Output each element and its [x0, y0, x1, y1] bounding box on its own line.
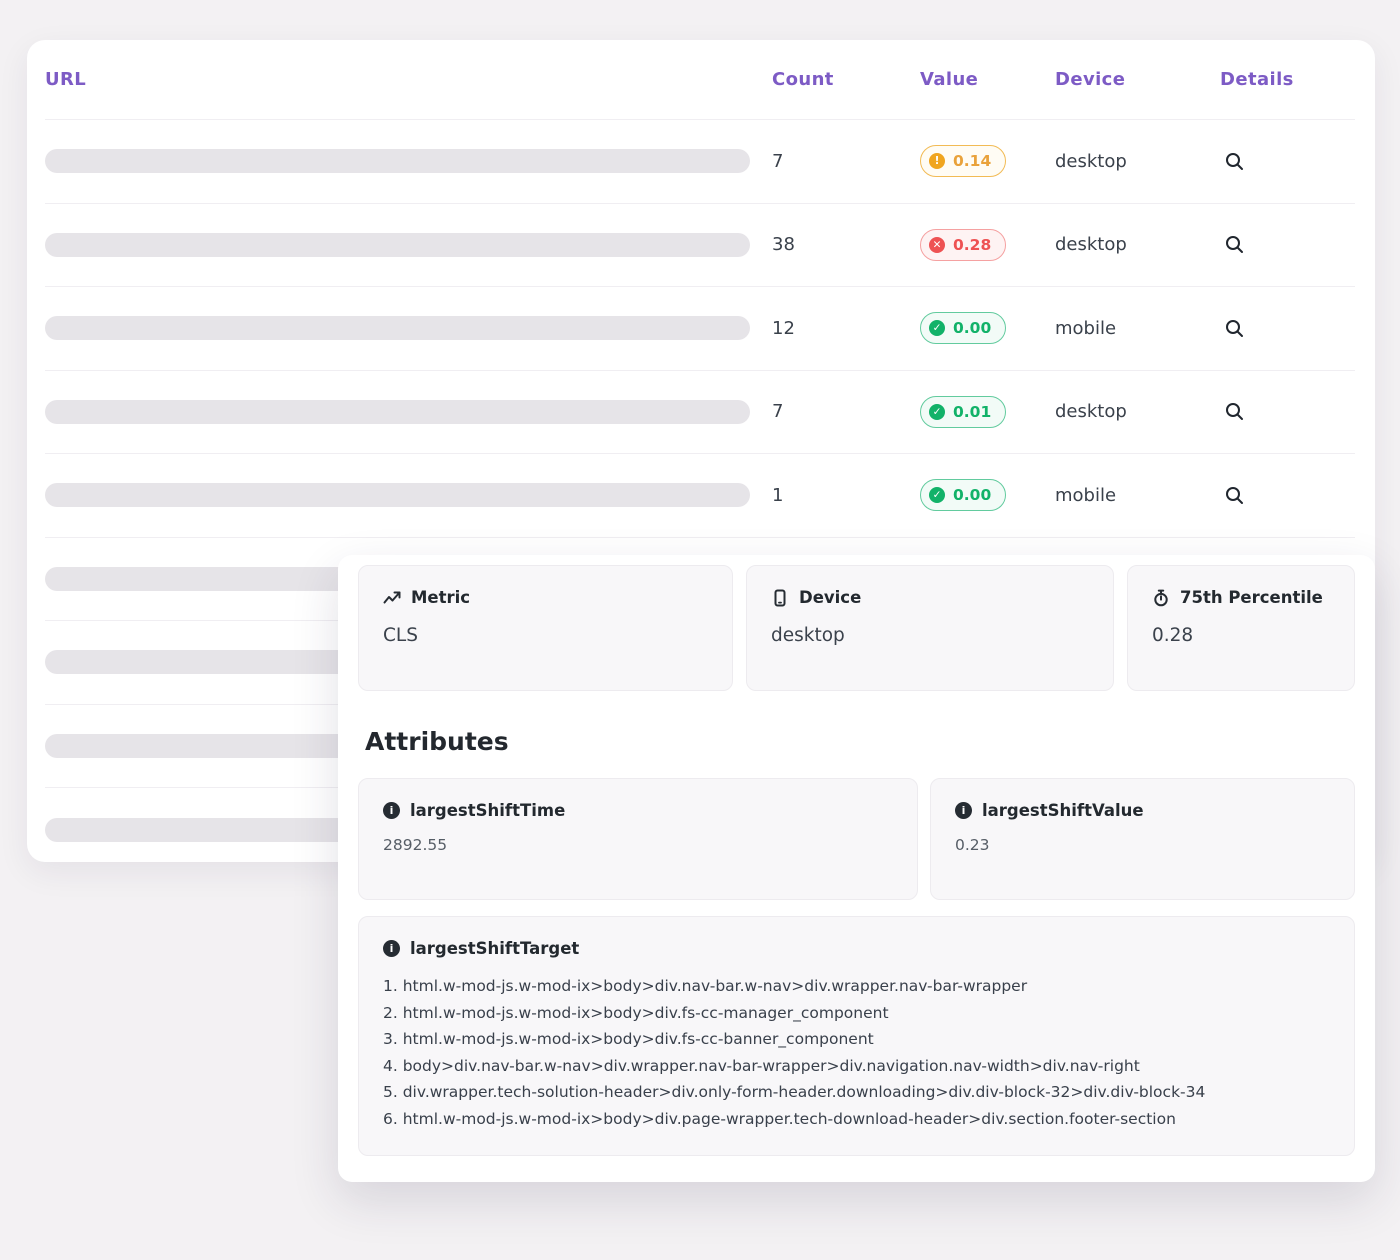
magnifier-icon: [1225, 152, 1244, 171]
count-value: 38: [772, 234, 920, 255]
target-selector-item: 4. body>div.nav-bar.w-nav>div.wrapper.na…: [383, 1053, 1330, 1080]
attribute-label: largestShiftValue: [982, 801, 1144, 820]
device-card: Device desktop: [746, 565, 1114, 691]
details-search-button[interactable]: [1220, 398, 1248, 426]
magnifier-icon: [1225, 235, 1244, 254]
magnifier-icon: [1225, 486, 1244, 505]
column-header-details: Details: [1220, 69, 1355, 90]
metric-card-label: Metric: [411, 588, 470, 607]
target-selector-item: 1. html.w-mod-js.w-mod-ix>body>div.nav-b…: [383, 973, 1330, 1000]
count-value: 7: [772, 401, 920, 422]
status-dot-icon: ✕: [929, 237, 945, 253]
count-value: 7: [772, 151, 920, 172]
value-text: 0.28: [953, 236, 991, 254]
target-selector-list: 1. html.w-mod-js.w-mod-ix>body>div.nav-b…: [383, 973, 1330, 1132]
table-row: 38 ✕ 0.28 desktop: [45, 204, 1355, 288]
value-badge: ✕ 0.28: [920, 229, 1006, 261]
magnifier-icon: [1225, 402, 1244, 421]
attribute-label: largestShiftTime: [410, 801, 565, 820]
url-placeholder-bar: [45, 316, 750, 340]
page: URL Count Value Device Details 7 ! 0.14 d…: [0, 0, 1400, 1260]
device-card-label: Device: [799, 588, 861, 607]
metric-card-value: CLS: [383, 625, 708, 646]
value-badge: ✓ 0.00: [920, 312, 1006, 344]
status-dot-icon: ✓: [929, 320, 945, 336]
detail-panel: Metric CLS Device desktop 75th Percentil…: [338, 555, 1375, 1182]
metric-card: Metric CLS: [358, 565, 733, 691]
info-icon: i: [955, 802, 972, 819]
value-badge: ! 0.14: [920, 145, 1006, 177]
attribute-cards-row: i largestShiftTime 2892.55 i largestShif…: [358, 778, 1355, 900]
status-dot-icon: ✓: [929, 487, 945, 503]
target-selector-item: 6. html.w-mod-js.w-mod-ix>body>div.page-…: [383, 1106, 1330, 1133]
device-card-value: desktop: [771, 625, 1089, 646]
value-badge: ✓ 0.01: [920, 396, 1006, 428]
device-value: mobile: [1055, 485, 1220, 506]
table-row: 12 ✓ 0.00 mobile: [45, 287, 1355, 371]
details-search-button[interactable]: [1220, 231, 1248, 259]
column-header-url: URL: [45, 69, 772, 90]
value-text: 0.00: [953, 486, 991, 504]
device-value: desktop: [1055, 401, 1220, 422]
column-header-value: Value: [920, 69, 1055, 90]
info-icon: i: [383, 802, 400, 819]
table-row: 7 ! 0.14 desktop: [45, 120, 1355, 204]
value-text: 0.01: [953, 403, 991, 421]
percentile-card: 75th Percentile 0.28: [1127, 565, 1355, 691]
largest-shift-value-card: i largestShiftValue 0.23: [930, 778, 1355, 900]
status-dot-icon: ✓: [929, 404, 945, 420]
percentile-card-value: 0.28: [1152, 625, 1330, 646]
count-value: 12: [772, 318, 920, 339]
largest-shift-target-card: i largestShiftTarget 1. html.w-mod-js.w-…: [358, 916, 1355, 1156]
table-row: 7 ✓ 0.01 desktop: [45, 371, 1355, 455]
mobile-phone-icon: [771, 589, 789, 607]
device-value: desktop: [1055, 234, 1220, 255]
url-placeholder-bar: [45, 483, 750, 507]
largest-shift-time-card: i largestShiftTime 2892.55: [358, 778, 918, 900]
attribute-value: 2892.55: [383, 836, 893, 854]
target-selector-item: 3. html.w-mod-js.w-mod-ix>body>div.fs-cc…: [383, 1026, 1330, 1053]
info-icon: i: [383, 940, 400, 957]
url-placeholder-bar: [45, 149, 750, 173]
details-search-button[interactable]: [1220, 147, 1248, 175]
value-text: 0.00: [953, 319, 991, 337]
count-value: 1: [772, 485, 920, 506]
magnifier-icon: [1225, 319, 1244, 338]
target-selector-item: 2. html.w-mod-js.w-mod-ix>body>div.fs-cc…: [383, 1000, 1330, 1027]
device-value: desktop: [1055, 151, 1220, 172]
url-placeholder-bar: [45, 233, 750, 257]
percentile-card-label: 75th Percentile: [1180, 588, 1323, 607]
table-header-row: URL Count Value Device Details: [45, 40, 1355, 120]
stopwatch-icon: [1152, 589, 1170, 607]
device-value: mobile: [1055, 318, 1220, 339]
summary-cards-row: Metric CLS Device desktop 75th Percentil…: [358, 565, 1355, 691]
attribute-label: largestShiftTarget: [410, 939, 579, 958]
column-header-device: Device: [1055, 69, 1220, 90]
value-text: 0.14: [953, 152, 991, 170]
target-selector-item: 5. div.wrapper.tech-solution-header>div.…: [383, 1079, 1330, 1106]
details-search-button[interactable]: [1220, 314, 1248, 342]
line-chart-icon: [383, 589, 401, 607]
attributes-heading: Attributes: [365, 727, 1355, 756]
value-badge: ✓ 0.00: [920, 479, 1006, 511]
url-placeholder-bar: [45, 400, 750, 424]
column-header-count: Count: [772, 69, 920, 90]
attribute-value: 0.23: [955, 836, 1330, 854]
table-row: 1 ✓ 0.00 mobile: [45, 454, 1355, 538]
details-search-button[interactable]: [1220, 481, 1248, 509]
status-dot-icon: !: [929, 153, 945, 169]
